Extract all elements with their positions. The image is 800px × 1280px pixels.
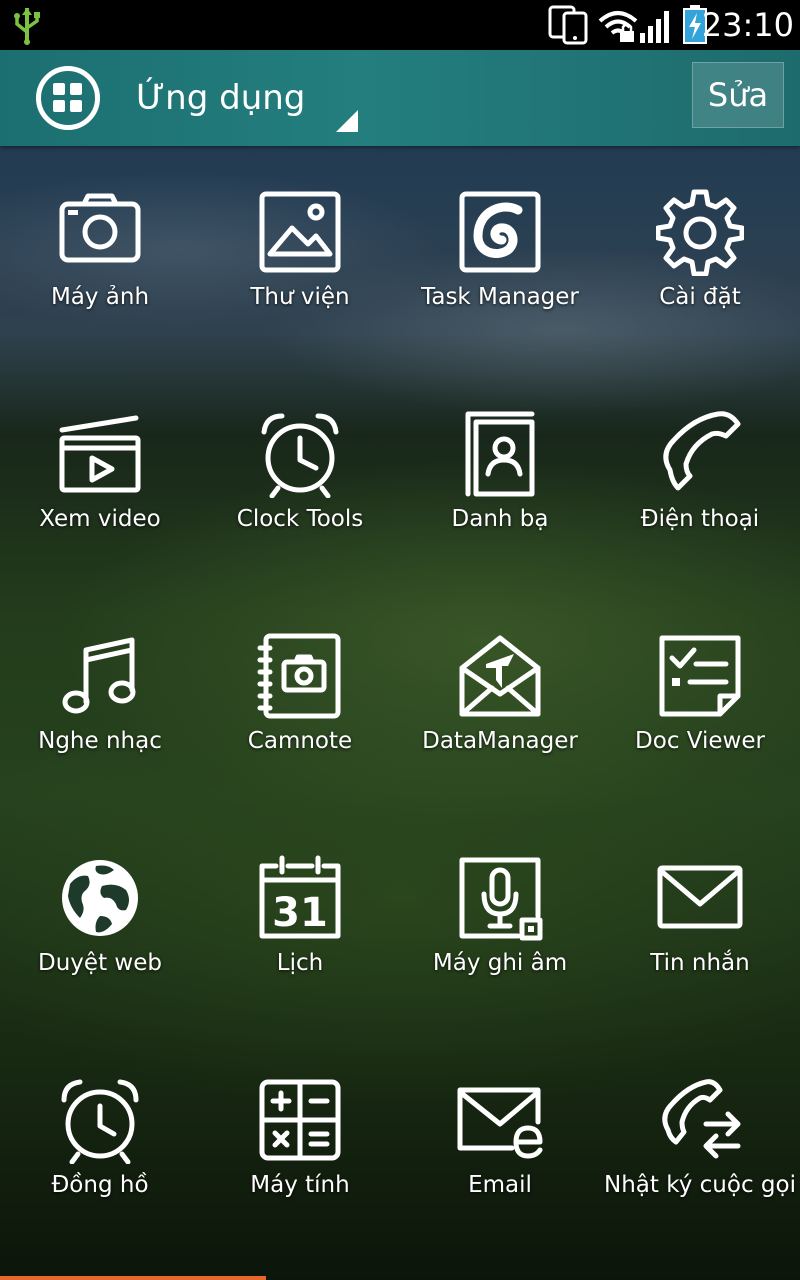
app-label: Máy tính bbox=[250, 1172, 350, 1198]
all-apps-button[interactable] bbox=[36, 66, 100, 130]
app-label: Danh bạ bbox=[451, 506, 549, 532]
app-gallery[interactable]: Thư viện bbox=[200, 146, 400, 368]
app-email[interactable]: Email bbox=[400, 1034, 600, 1256]
clock-time: 23:10 bbox=[701, 6, 794, 44]
contacts-icon bbox=[456, 410, 544, 498]
app-label: Task Manager bbox=[421, 284, 579, 310]
app-phone[interactable]: Điện thoại bbox=[600, 368, 800, 590]
app-label: Điện thoại bbox=[640, 506, 760, 532]
page-title[interactable]: Ứng dụng bbox=[136, 76, 305, 120]
app-task-manager[interactable]: Task Manager bbox=[400, 146, 600, 368]
email-icon bbox=[456, 1076, 544, 1164]
app-label: Lịch bbox=[276, 950, 324, 976]
doc-viewer-icon bbox=[656, 632, 744, 720]
app-label: Duyệt web bbox=[38, 950, 162, 976]
edit-button[interactable]: Sửa bbox=[692, 62, 784, 128]
app-label: Nghe nhạc bbox=[38, 728, 162, 754]
app-label: Tin nhắn bbox=[650, 950, 750, 976]
music-note-icon bbox=[56, 632, 144, 720]
app-contacts[interactable]: Danh bạ bbox=[400, 368, 600, 590]
globe-icon bbox=[56, 854, 144, 942]
app-calendar[interactable]: 31 Lịch bbox=[200, 812, 400, 1034]
voice-recorder-icon bbox=[456, 854, 544, 942]
usb-icon bbox=[12, 6, 42, 50]
signal-icon bbox=[638, 5, 672, 49]
calendar-icon: 31 bbox=[256, 854, 344, 942]
app-data-manager[interactable]: DataManager bbox=[400, 590, 600, 812]
video-player-icon bbox=[56, 410, 144, 498]
app-label: Máy ảnh bbox=[50, 284, 150, 310]
app-camera[interactable]: Máy ảnh bbox=[0, 146, 200, 368]
status-bar: 23:10 bbox=[0, 0, 800, 50]
page-indicator bbox=[0, 1276, 266, 1280]
app-call-log[interactable]: Nhật ký cuộc gọi bbox=[600, 1034, 800, 1256]
app-label: Email bbox=[468, 1172, 532, 1198]
app-camnote[interactable]: Camnote bbox=[200, 590, 400, 812]
app-clock[interactable]: Đồng hồ bbox=[0, 1034, 200, 1256]
clock-icon bbox=[56, 1076, 144, 1165]
app-calculator[interactable]: Máy tính bbox=[200, 1034, 400, 1256]
app-label: Thư viện bbox=[250, 284, 350, 310]
app-settings[interactable]: Cài đặt bbox=[600, 146, 800, 368]
calendar-day: 31 bbox=[272, 890, 328, 936]
app-music[interactable]: Nghe nhạc bbox=[0, 590, 200, 812]
app-label: Camnote bbox=[247, 728, 353, 754]
dropdown-indicator-icon bbox=[336, 110, 358, 136]
app-label: DataManager bbox=[422, 728, 578, 754]
app-label: Clock Tools bbox=[236, 506, 364, 532]
app-label: Đồng hồ bbox=[51, 1172, 149, 1198]
app-label: Cài đặt bbox=[659, 284, 741, 310]
app-clock-tools[interactable]: Clock Tools bbox=[200, 368, 400, 590]
app-label: Máy ghi âm bbox=[432, 950, 568, 976]
app-doc-viewer[interactable]: Doc Viewer bbox=[600, 590, 800, 812]
app-video[interactable]: Xem video bbox=[0, 368, 200, 590]
camera-icon bbox=[56, 188, 144, 276]
app-grid: Máy ảnh Thư viện Task Manager Cài đặt Xe… bbox=[0, 146, 800, 1276]
data-manager-icon bbox=[456, 632, 544, 720]
action-bar: Ứng dụng Sửa bbox=[0, 50, 800, 146]
wifi-lock-icon bbox=[598, 5, 638, 49]
envelope-icon bbox=[656, 854, 744, 942]
gallery-icon bbox=[256, 188, 344, 276]
call-log-icon bbox=[656, 1076, 744, 1164]
grid-icon bbox=[53, 83, 82, 112]
alarm-clock-icon bbox=[256, 410, 344, 499]
app-label: Doc Viewer bbox=[635, 728, 765, 754]
app-label: Nhật ký cuộc gọi bbox=[604, 1172, 796, 1198]
screen-mirroring-icon bbox=[548, 5, 590, 49]
phone-icon bbox=[656, 410, 744, 498]
settings-gear-icon bbox=[655, 188, 745, 277]
task-manager-icon bbox=[456, 188, 544, 276]
calculator-icon bbox=[256, 1076, 344, 1164]
app-messages[interactable]: Tin nhắn bbox=[600, 812, 800, 1034]
camnote-icon bbox=[256, 632, 344, 720]
app-browser[interactable]: Duyệt web bbox=[0, 812, 200, 1034]
app-voice-recorder[interactable]: Máy ghi âm bbox=[400, 812, 600, 1034]
app-label: Xem video bbox=[39, 506, 161, 532]
